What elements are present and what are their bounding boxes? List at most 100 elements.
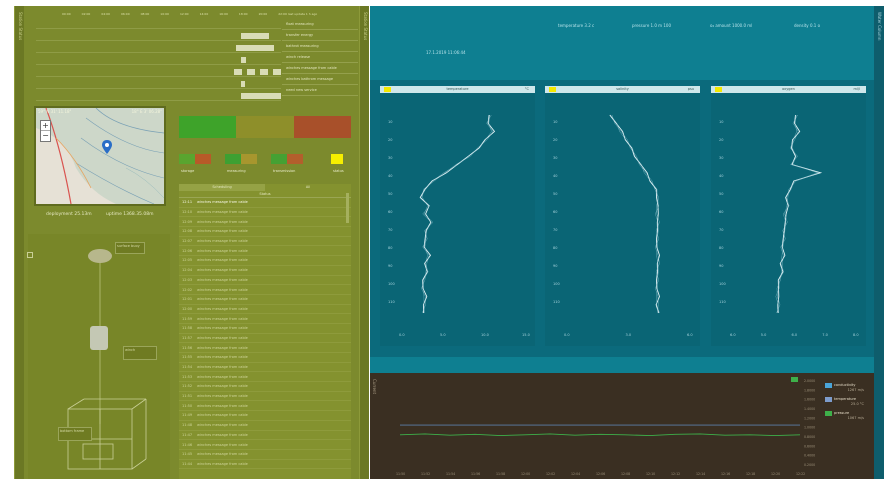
log-entry[interactable]: 11:46 winches message from cable bbox=[179, 440, 351, 450]
map[interactable]: 59° N 31' 11.18" 18° E 3' 06.28" + − bbox=[34, 106, 166, 206]
legend-name: temperature bbox=[834, 397, 856, 401]
zoom-out-button[interactable]: − bbox=[41, 131, 50, 141]
log-entry[interactable]: 12:02 winches message from cable bbox=[179, 285, 351, 295]
schedule-block bbox=[236, 45, 274, 51]
depth-tick-label: 90 bbox=[719, 264, 723, 268]
log-entry[interactable]: 12:09 winches message from cable bbox=[179, 217, 351, 228]
series-toggle-icon[interactable] bbox=[791, 377, 798, 382]
log-entry-time: 11:54 bbox=[182, 365, 193, 370]
log-entry[interactable]: 11:49 winches message from cable bbox=[179, 411, 351, 421]
log-entry[interactable]: 11:54 winches message from cable bbox=[179, 363, 351, 373]
log-entry-text: winches message from cable bbox=[197, 461, 248, 466]
metric-temperature: temperature 3.2 c bbox=[558, 23, 595, 28]
location-pin-icon[interactable] bbox=[102, 140, 112, 154]
log-entry-text: winches message from cable bbox=[197, 374, 248, 379]
schedule-time-tick: 14:00 bbox=[199, 12, 209, 16]
profile-name: oxygen bbox=[782, 87, 795, 91]
profile-line bbox=[775, 114, 819, 314]
schedule-legend: float measuring transfer energy bathrot me… bbox=[282, 19, 358, 96]
legend-item[interactable]: temperature 25.0 °C bbox=[825, 397, 865, 409]
log-entry[interactable]: 11:48 winches message from cable bbox=[179, 421, 351, 431]
log-entry-time: 11:47 bbox=[182, 432, 193, 437]
depth-tick-label: 10 bbox=[553, 120, 557, 124]
x-tick-label: 12:02 bbox=[546, 472, 555, 476]
ctd-header: temperature 3.2 c pressure 1.0 m 100 o₂ … bbox=[370, 6, 874, 80]
log-entry[interactable]: 12:07 winches message from cable bbox=[179, 237, 351, 247]
depth-tick-label: 30 bbox=[553, 156, 557, 160]
schedule-block bbox=[247, 69, 255, 75]
schedule-legend-item: winch release bbox=[282, 52, 358, 63]
legend-item[interactable]: pressure 1067 m/s bbox=[825, 411, 865, 423]
mooring-rig-diagram: surface buoy winch bottom frame bbox=[28, 234, 170, 479]
log-entry[interactable]: 11:56 winches message from cable bbox=[179, 343, 351, 353]
log-scrollbar[interactable] bbox=[346, 193, 349, 223]
log-entry[interactable]: 11:52 winches message from cable bbox=[179, 382, 351, 392]
y-tick-label: 0.4000 bbox=[804, 454, 815, 458]
right-side-strip: Water Column bbox=[874, 6, 884, 479]
log-entry-time: 11:48 bbox=[182, 423, 193, 428]
schedule-panel: 00:00 02:00 04:00 06:00 08:00 10:00 12:00 14:00… bbox=[32, 12, 358, 108]
depth-tick-label: 50 bbox=[719, 192, 723, 196]
salinity-plot: 10 20 30 40 50 60 70 80 90 100 110 0.0 3.0 6.0 bbox=[553, 114, 693, 337]
log-entry[interactable]: 11:47 winches message from cable bbox=[179, 431, 351, 441]
profile-salinity: salinity psu 10 20 30 40 50 60 70 80 90 100 110 0.0 3… bbox=[545, 86, 700, 346]
log-entry[interactable]: 12:10 winches message from cable bbox=[179, 208, 351, 218]
x-tick-label: 12:14 bbox=[696, 472, 705, 476]
y-tick-label: 0.6000 bbox=[804, 444, 815, 448]
x-tick-label: 15.0 bbox=[522, 333, 530, 337]
log-entry[interactable]: 11:51 winches message from cable bbox=[179, 392, 351, 402]
log-entry[interactable]: 11:45 winches message from cable bbox=[179, 450, 351, 460]
profile-line bbox=[776, 114, 820, 314]
schedule-time-tick: 04:00 bbox=[101, 12, 110, 16]
legend-item[interactable]: conductivity 1267 m/s bbox=[825, 383, 865, 395]
x-tick-label: 8.0 bbox=[853, 333, 859, 337]
log-entry[interactable]: 11:59 winches message from cable bbox=[179, 314, 351, 324]
log-entry-time: 11:52 bbox=[182, 384, 193, 389]
log-entry[interactable]: 11:44 winches message from cable bbox=[179, 460, 351, 470]
rig-label-winch: winch bbox=[123, 346, 157, 360]
depth-tick-label: 80 bbox=[553, 246, 557, 250]
log-entry[interactable]: 11:57 winches message from cable bbox=[179, 334, 351, 344]
status-indicator-color bbox=[331, 154, 343, 164]
log-entry[interactable]: 12:08 winches message from cable bbox=[179, 227, 351, 237]
tab-scheduling[interactable]: Scheduling bbox=[179, 184, 265, 191]
log-entry[interactable]: 12:11 winches message from cable bbox=[179, 198, 351, 208]
y-tick-label: 1.4000 bbox=[804, 407, 815, 411]
log-entry[interactable]: 11:58 winches message from cable bbox=[179, 324, 351, 334]
log-entry-time: 11:46 bbox=[182, 442, 193, 447]
profile-line bbox=[609, 114, 660, 314]
log-entry-text: winches message from cable bbox=[197, 432, 248, 437]
log-entry-text: winches message from cable bbox=[197, 442, 248, 447]
log-entry[interactable]: 11:50 winches message from cable bbox=[179, 401, 351, 412]
log-entry[interactable]: 12:06 winches message from cable bbox=[179, 246, 351, 257]
log-entry[interactable]: 12:04 winches message from cable bbox=[179, 266, 351, 276]
log-entry-time: 12:10 bbox=[182, 210, 193, 215]
status-indicator-label: storage bbox=[181, 169, 195, 173]
log-entry-text: winches message from cable bbox=[197, 403, 248, 408]
status-indicator-label: measuring bbox=[227, 169, 246, 173]
x-tick-label: 12:10 bbox=[646, 472, 655, 476]
depth-tick-label: 50 bbox=[388, 192, 392, 196]
log-entry[interactable]: 12:01 winches message from cable bbox=[179, 295, 351, 305]
status-indicator bbox=[179, 154, 211, 164]
schedule-time-tick: 22:00 bbox=[278, 12, 287, 16]
schedule-row bbox=[36, 79, 281, 89]
status-indicator-color bbox=[241, 154, 257, 164]
depth-tick-label: 70 bbox=[719, 228, 723, 232]
zoom-in-button[interactable]: + bbox=[41, 121, 50, 131]
tab-all[interactable]: All bbox=[265, 184, 351, 191]
expand-icon[interactable] bbox=[27, 252, 33, 258]
log-entry-text: winches message from cable bbox=[197, 239, 248, 244]
x-tick-label: 12:22 bbox=[796, 472, 805, 476]
uptime: uptime 1368.35.08m bbox=[106, 212, 154, 217]
right-strip-label: Station Status bbox=[363, 12, 368, 41]
y-tick-label: 2.0000 bbox=[804, 379, 815, 383]
log-entry[interactable]: 11:53 winches message from cable bbox=[179, 372, 351, 383]
log-entry[interactable]: 12:03 winches message from cable bbox=[179, 276, 351, 286]
status-tiles bbox=[179, 116, 351, 138]
log-entry[interactable]: 11:55 winches message from cable bbox=[179, 353, 351, 363]
x-tick-label: 12:04 bbox=[571, 472, 580, 476]
ctd-footer bbox=[370, 357, 874, 373]
log-entry[interactable]: 12:00 winches message from cable bbox=[179, 305, 351, 315]
log-entry[interactable]: 12:05 winches message from cable bbox=[179, 256, 351, 266]
